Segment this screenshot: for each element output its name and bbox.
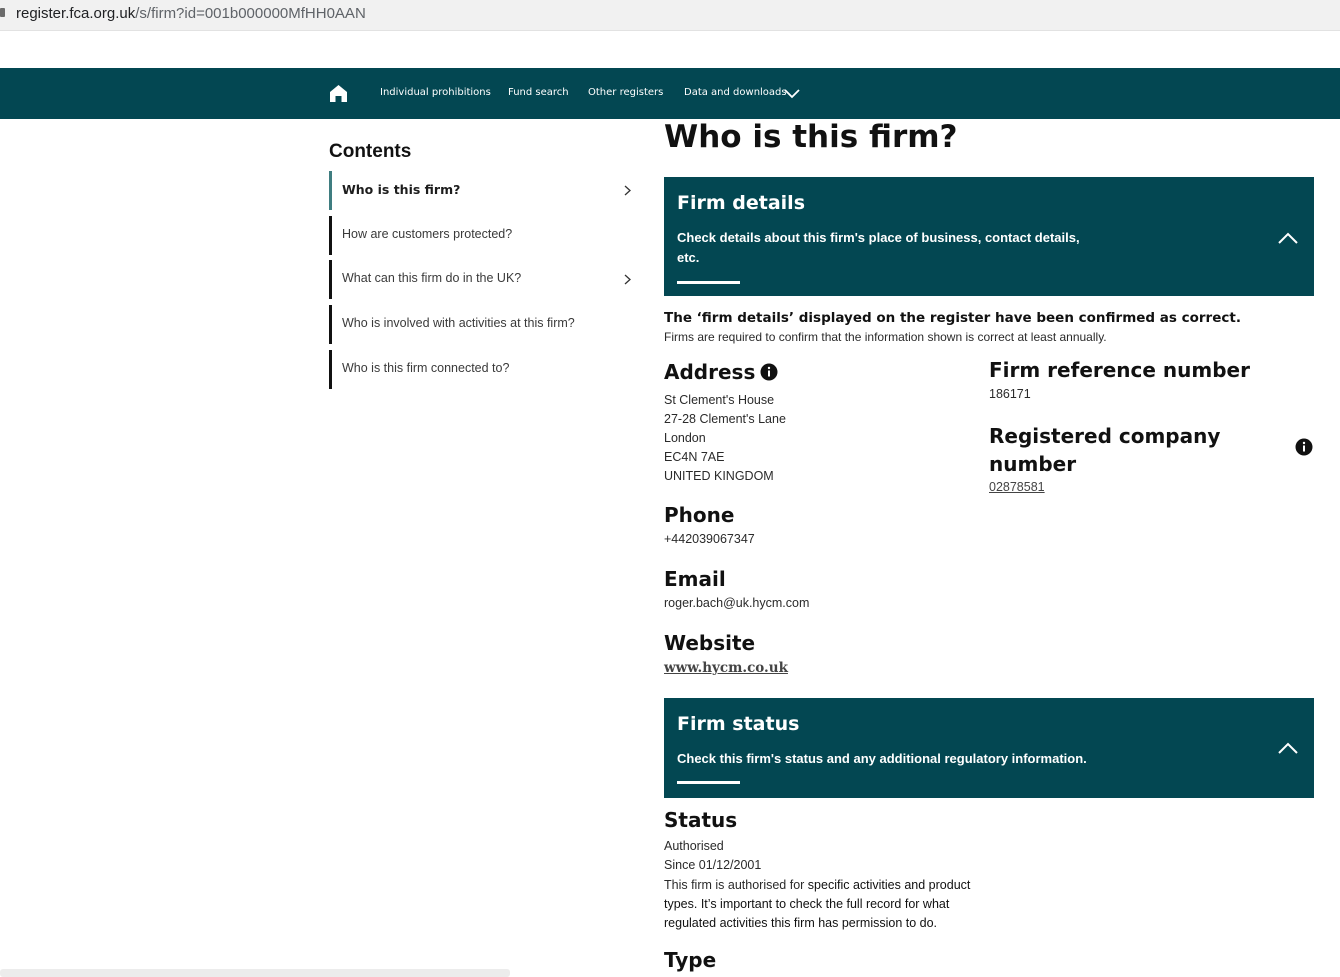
firm-details-desc-line1: Check details about this firm's place of…: [677, 230, 1080, 245]
address-line: 27-28 Clement's Lane: [664, 412, 786, 426]
website-link[interactable]: www.hycm.co.uk: [664, 660, 788, 676]
address-line: London: [664, 431, 706, 445]
email-value: roger.bach@uk.hycm.com: [664, 596, 810, 610]
website-heading: Website: [664, 631, 756, 655]
toc-item-what-can-firm-do[interactable]: What can this firm do in the UK?: [329, 260, 634, 299]
firm-status-desc: Check this firm's status and any additio…: [677, 751, 1087, 766]
firm-status-title: Firm status: [677, 713, 800, 735]
nav-individual-prohibitions[interactable]: Individual prohibitions: [380, 87, 491, 98]
info-icon[interactable]: [760, 363, 778, 381]
nav-data-and-downloads[interactable]: Data and downloads: [684, 87, 787, 98]
address-block: St Clement's House 27-28 Clement's Lane …: [664, 391, 786, 486]
company-number-heading-line2: number: [989, 452, 1077, 476]
toc-item-label: How are customers protected?: [342, 227, 513, 241]
toc-item-who-is-this-firm[interactable]: Who is this firm?: [329, 171, 634, 210]
info-icon[interactable]: [1295, 438, 1313, 456]
firm-details-title: Firm details: [677, 192, 805, 214]
firm-status-panel[interactable]: Firm status Check this firm's status and…: [664, 698, 1314, 798]
phone-heading: Phone: [664, 503, 735, 527]
nav-other-registers[interactable]: Other registers: [588, 87, 663, 98]
frn-value: 186171: [989, 387, 1031, 401]
contents-heading: Contents: [329, 141, 412, 162]
page-title: Who is this firm?: [664, 119, 958, 155]
confirmed-note: Firms are required to confirm that the i…: [664, 330, 1107, 344]
type-heading: Type: [664, 948, 717, 972]
chevron-right-icon: [624, 185, 631, 196]
status-value: Authorised: [664, 839, 724, 853]
phone-value: +442039067347: [664, 532, 755, 546]
panel-underline: [677, 281, 740, 284]
panel-underline: [677, 781, 740, 784]
toc-item-customers-protected[interactable]: How are customers protected?: [329, 216, 634, 255]
firm-details-desc-line2: etc.: [677, 250, 700, 265]
address-line: UNITED KINGDOM: [664, 469, 774, 483]
firm-details-panel[interactable]: Firm details Check details about this fi…: [664, 177, 1314, 296]
company-number-heading-line1: Registered company: [989, 424, 1221, 448]
company-number-heading: Registered company number: [989, 422, 1220, 478]
status-details: Authorised Since 01/12/2001 This firm is…: [664, 837, 994, 933]
status-note-intro: This firm is authorised for: [664, 877, 808, 892]
chevron-down-icon[interactable]: [784, 89, 800, 99]
address-line: EC4N 7AE: [664, 450, 725, 464]
url-path: /s/firm?id=001b000000MfHH0AAN: [135, 5, 366, 22]
toc-item-label: Who is this firm connected to?: [342, 361, 510, 375]
status-note: This firm is authorised for specific act…: [664, 876, 994, 934]
toc-item-connected-to[interactable]: Who is this firm connected to?: [329, 350, 634, 389]
toc-item-label: Who is involved with activities at this …: [342, 316, 575, 330]
company-number-link[interactable]: 02878581: [989, 480, 1045, 494]
browser-address-bar[interactable]: register.fca.org.uk/s/firm?id=001b000000…: [0, 0, 1340, 31]
main-nav-bar: [0, 68, 1340, 119]
email-heading: Email: [664, 567, 726, 591]
address-line: St Clement's House: [664, 393, 775, 407]
nav-fund-search[interactable]: Fund search: [508, 87, 569, 98]
firm-details-desc: Check details about this firm's place of…: [677, 228, 1080, 268]
url-text[interactable]: register.fca.org.uk/s/firm?id=001b000000…: [16, 5, 366, 22]
toc-item-who-is-involved[interactable]: Who is involved with activities at this …: [329, 305, 634, 344]
chevron-up-icon[interactable]: [1278, 232, 1298, 244]
url-host: register.fca.org.uk: [16, 5, 136, 22]
status-since: Since 01/12/2001: [664, 858, 762, 873]
chevron-up-icon[interactable]: [1278, 742, 1298, 754]
toc-item-label: Who is this firm?: [342, 182, 461, 197]
confirmed-notice: The ‘firm details’ displayed on the regi…: [664, 310, 1241, 326]
horizontal-scrollbar[interactable]: [0, 969, 510, 977]
toc-item-label: What can this firm do in the UK?: [342, 271, 522, 285]
frn-heading: Firm reference number: [989, 358, 1250, 382]
chevron-right-icon: [624, 274, 631, 285]
address-heading: Address: [664, 360, 756, 384]
status-heading: Status: [664, 808, 738, 832]
home-icon[interactable]: [329, 84, 348, 103]
lock-icon: [0, 8, 5, 17]
